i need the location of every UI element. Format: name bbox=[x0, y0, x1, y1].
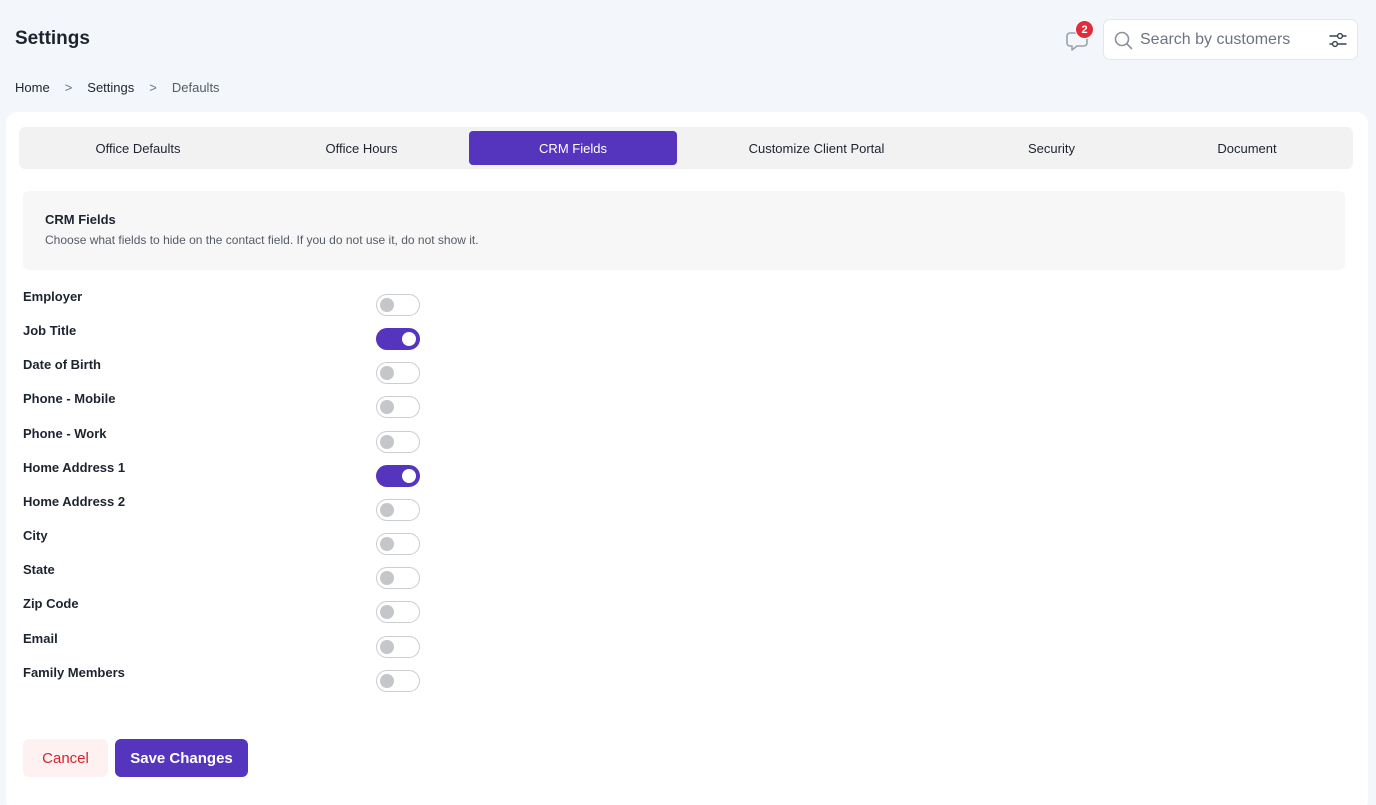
tab-customize-client-portal[interactable]: Customize Client Portal bbox=[683, 131, 950, 165]
save-changes-button[interactable]: Save Changes bbox=[115, 739, 248, 777]
toggle-zip-code[interactable] bbox=[376, 601, 420, 623]
field-label: Phone - Mobile bbox=[23, 391, 116, 406]
toggle-state[interactable] bbox=[376, 567, 420, 589]
page-title: Settings bbox=[15, 28, 90, 49]
search-input[interactable] bbox=[1140, 28, 1315, 52]
field-row-city: City bbox=[23, 528, 423, 555]
field-label: Family Members bbox=[23, 665, 125, 680]
tab-document[interactable]: Document bbox=[1151, 131, 1343, 165]
search-icon bbox=[1114, 31, 1133, 50]
section-header: CRM Fields Choose what fields to hide on… bbox=[23, 191, 1345, 270]
breadcrumb-settings[interactable]: Settings bbox=[87, 80, 134, 95]
search-box[interactable] bbox=[1103, 19, 1358, 60]
field-row-employer: Employer bbox=[23, 289, 423, 316]
toggle-employer[interactable] bbox=[376, 294, 420, 316]
settings-tabs: Office Defaults Office Hours CRM Fields … bbox=[19, 127, 1353, 169]
field-row-phone-work: Phone - Work bbox=[23, 426, 423, 453]
field-label: Home Address 2 bbox=[23, 494, 126, 509]
toggle-email[interactable] bbox=[376, 636, 420, 658]
toggle-phone-mobile[interactable] bbox=[376, 396, 420, 418]
section-description: Choose what fields to hide on the contac… bbox=[45, 233, 479, 247]
toggle-family-members[interactable] bbox=[376, 670, 420, 692]
notification-button[interactable]: 2 bbox=[1064, 20, 1094, 54]
field-label: Phone - Work bbox=[23, 426, 107, 441]
toggle-home-address-1[interactable] bbox=[376, 465, 420, 487]
breadcrumb-defaults: Defaults bbox=[171, 80, 220, 95]
toggle-city[interactable] bbox=[376, 533, 420, 555]
field-label: Email bbox=[23, 631, 58, 646]
settings-card: Office Defaults Office Hours CRM Fields … bbox=[6, 112, 1368, 805]
toggle-phone-work[interactable] bbox=[376, 431, 420, 453]
toggle-home-address-2[interactable] bbox=[376, 499, 420, 521]
toggle-knob bbox=[380, 571, 394, 585]
toggle-knob bbox=[380, 674, 394, 688]
toggle-knob bbox=[380, 435, 394, 449]
tab-security[interactable]: Security bbox=[954, 131, 1149, 165]
toggle-knob bbox=[402, 332, 416, 346]
field-row-phone-mobile: Phone - Mobile bbox=[23, 391, 423, 418]
toggle-knob bbox=[380, 537, 394, 551]
toggle-knob bbox=[402, 469, 416, 483]
notification-badge: 2 bbox=[1075, 20, 1094, 39]
field-label: Home Address 1 bbox=[23, 460, 126, 475]
field-label: Job Title bbox=[23, 323, 77, 338]
section-title: CRM Fields bbox=[45, 212, 116, 227]
toggle-knob bbox=[380, 298, 394, 312]
field-row-email: Email bbox=[23, 631, 423, 658]
sliders-icon[interactable] bbox=[1329, 31, 1347, 49]
field-label: City bbox=[23, 528, 48, 543]
toggle-knob bbox=[380, 605, 394, 619]
tab-office-defaults[interactable]: Office Defaults bbox=[27, 131, 249, 165]
tab-office-hours[interactable]: Office Hours bbox=[259, 131, 464, 165]
breadcrumb-home[interactable]: Home bbox=[15, 80, 50, 95]
field-label: Zip Code bbox=[23, 596, 79, 611]
field-row-family-members: Family Members bbox=[23, 665, 423, 692]
toggle-knob bbox=[380, 503, 394, 517]
field-row-state: State bbox=[23, 562, 423, 589]
field-label: Employer bbox=[23, 289, 83, 304]
field-label: State bbox=[23, 562, 55, 577]
breadcrumb-separator: > bbox=[149, 80, 157, 95]
tab-crm-fields[interactable]: CRM Fields bbox=[469, 131, 677, 165]
toggle-date-of-birth[interactable] bbox=[376, 362, 420, 384]
toggle-job-title[interactable] bbox=[376, 328, 420, 350]
field-row-job-title: Job Title bbox=[23, 323, 423, 350]
field-row-zip-code: Zip Code bbox=[23, 596, 423, 623]
field-label: Date of Birth bbox=[23, 357, 101, 372]
toggle-knob bbox=[380, 400, 394, 414]
toggle-knob bbox=[380, 366, 394, 380]
field-row-home-address-1: Home Address 1 bbox=[23, 460, 423, 487]
cancel-button[interactable]: Cancel bbox=[23, 739, 108, 777]
field-row-home-address-2: Home Address 2 bbox=[23, 494, 423, 521]
toggle-knob bbox=[380, 640, 394, 654]
settings-page: Settings 2 Home > Settings > Defaults Of… bbox=[0, 0, 1376, 805]
breadcrumb-separator: > bbox=[64, 80, 73, 95]
breadcrumb: Home > Settings > Defaults bbox=[15, 80, 220, 95]
field-row-date-of-birth: Date of Birth bbox=[23, 357, 423, 384]
